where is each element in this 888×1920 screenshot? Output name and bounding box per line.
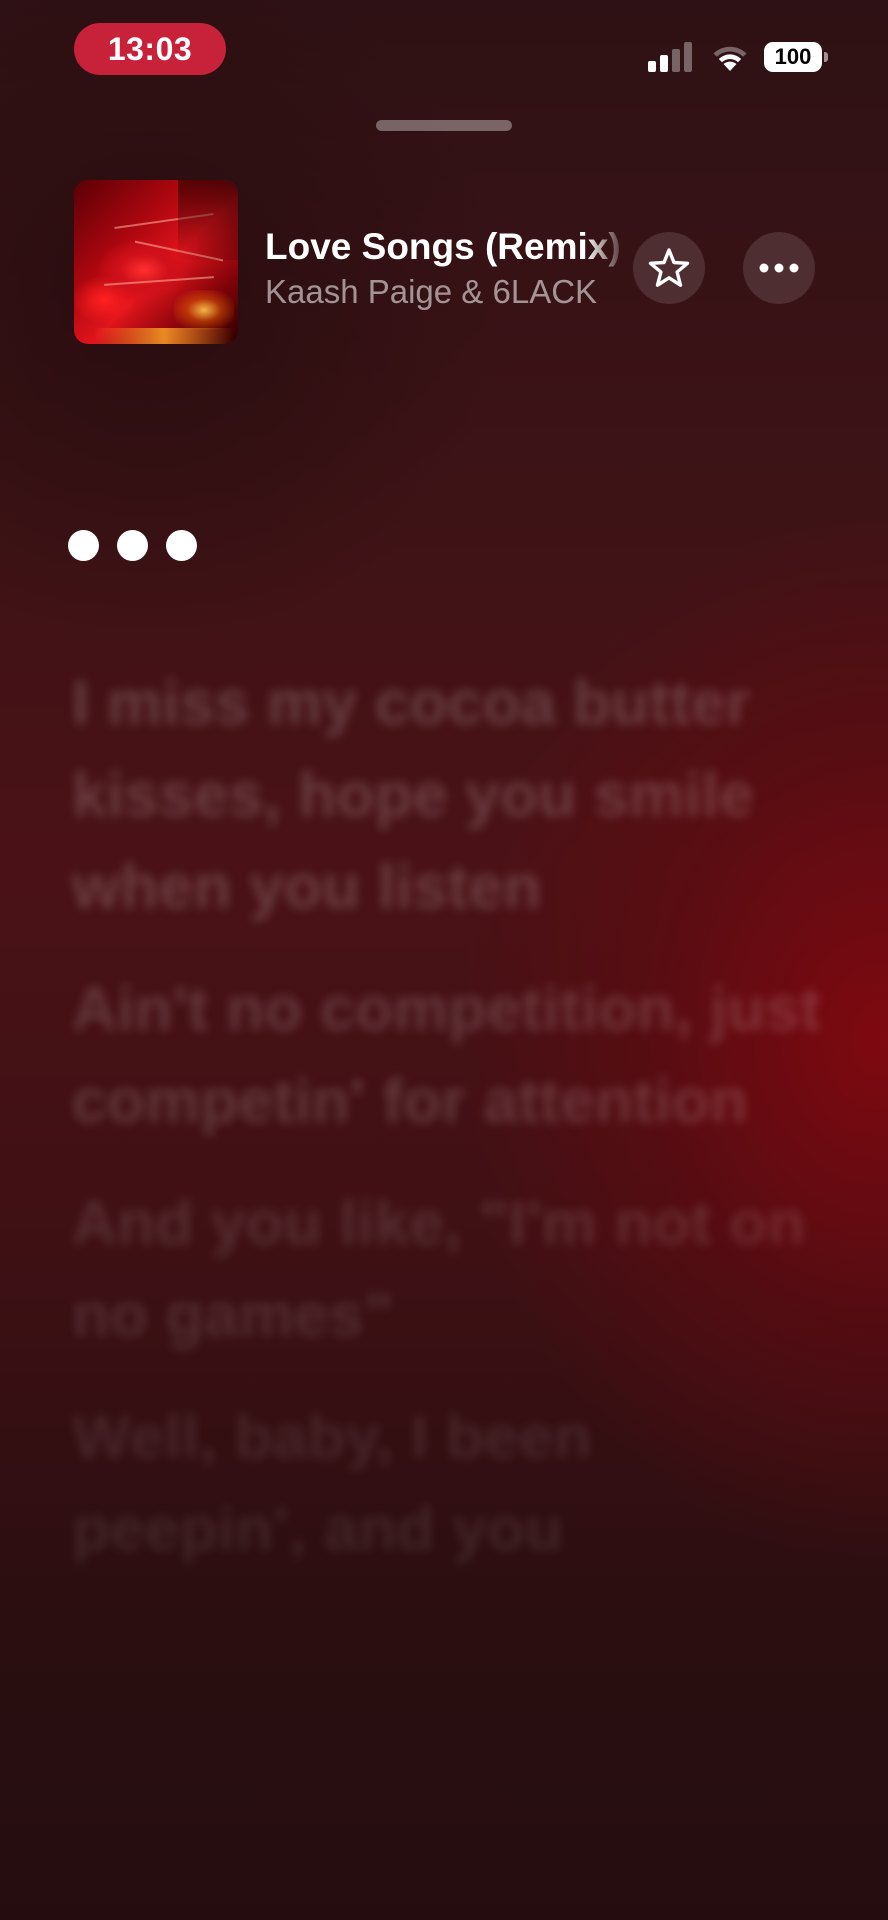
song-artist[interactable]: Kaash Paige & 6LACK	[265, 273, 620, 311]
dot	[117, 530, 148, 561]
three-dots-icon	[68, 530, 198, 562]
lyric-line[interactable]: I miss my cocoa butter kisses, hope you …	[72, 658, 832, 934]
wifi-icon	[713, 46, 747, 71]
status-bar: 13:03 100	[0, 0, 888, 100]
sheet-grabber[interactable]	[376, 120, 512, 131]
battery-cap	[824, 52, 828, 62]
dot	[166, 530, 197, 561]
dot	[68, 530, 99, 561]
cellular-signal-icon	[648, 42, 692, 72]
song-title[interactable]: Love Songs (Remix)	[265, 226, 620, 268]
lyrics-list: I miss my cocoa butter kisses, hope you …	[72, 658, 832, 1606]
lyric-line[interactable]: And you like, "I'm not on no games"	[72, 1178, 832, 1362]
favorite-button[interactable]	[633, 232, 705, 304]
battery-icon: 100	[764, 42, 828, 72]
lyric-line[interactable]: Ain't no competition, just competin' for…	[72, 964, 832, 1148]
more-options-button[interactable]	[743, 232, 815, 304]
lyric-line[interactable]: Well, baby, I been peepin', and you	[72, 1392, 832, 1576]
battery-level: 100	[764, 42, 822, 72]
status-time[interactable]: 13:03	[74, 23, 226, 75]
ellipsis-icon	[759, 263, 799, 273]
star-icon	[648, 248, 690, 287]
album-artwork[interactable]	[74, 180, 238, 344]
